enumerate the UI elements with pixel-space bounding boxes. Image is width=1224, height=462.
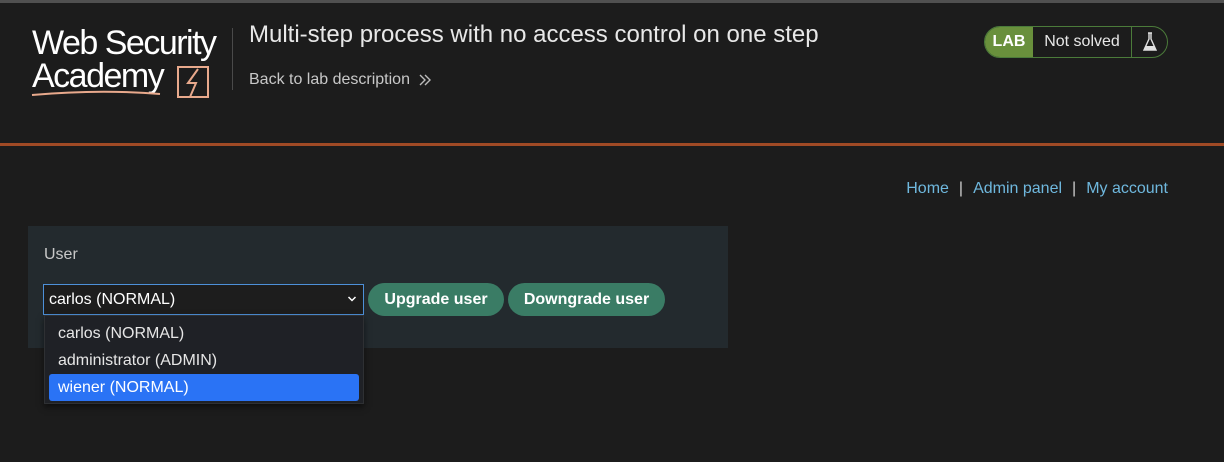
header-divider bbox=[232, 28, 233, 90]
nav-my-account-link[interactable]: My account bbox=[1086, 180, 1168, 198]
user-select-value: carlos (NORMAL) bbox=[49, 290, 176, 308]
upgrade-user-button[interactable]: Upgrade user bbox=[368, 283, 504, 316]
nav-separator: | bbox=[958, 180, 964, 197]
user-field-label: User bbox=[44, 246, 78, 263]
lab-status-text: Not solved bbox=[1033, 27, 1132, 57]
lab-title: Multi-step process with no access contro… bbox=[249, 21, 819, 48]
lab-header: Web Security Academy Multi-step process … bbox=[0, 3, 1224, 146]
flask-icon bbox=[1132, 27, 1167, 57]
user-select-dropdown: carlos (NORMAL) administrator (ADMIN) wi… bbox=[44, 315, 364, 404]
back-link-label: Back to lab description bbox=[249, 71, 410, 88]
nav-admin-panel-link[interactable]: Admin panel bbox=[973, 180, 1062, 198]
user-select[interactable]: carlos (NORMAL) bbox=[43, 284, 364, 315]
chevron-down-icon bbox=[347, 296, 357, 302]
user-option-wiener[interactable]: wiener (NORMAL) bbox=[49, 374, 359, 401]
user-option-carlos[interactable]: carlos (NORMAL) bbox=[49, 320, 359, 347]
double-chevron-right-icon bbox=[419, 74, 431, 86]
nav-home-link[interactable]: Home bbox=[906, 180, 949, 198]
logo-bolt-icon bbox=[31, 66, 209, 98]
back-to-lab-link[interactable]: Back to lab description bbox=[249, 71, 432, 89]
lab-badge: LAB bbox=[985, 27, 1033, 57]
web-security-academy-logo[interactable]: Web Security Academy bbox=[30, 23, 230, 101]
lab-status-widget: LAB Not solved bbox=[984, 26, 1168, 58]
nav-separator: | bbox=[1072, 180, 1077, 197]
account-nav: Home | Admin panel | My account bbox=[906, 180, 1168, 198]
user-option-administrator[interactable]: administrator (ADMIN) bbox=[49, 347, 359, 374]
downgrade-user-button[interactable]: Downgrade user bbox=[508, 283, 665, 316]
